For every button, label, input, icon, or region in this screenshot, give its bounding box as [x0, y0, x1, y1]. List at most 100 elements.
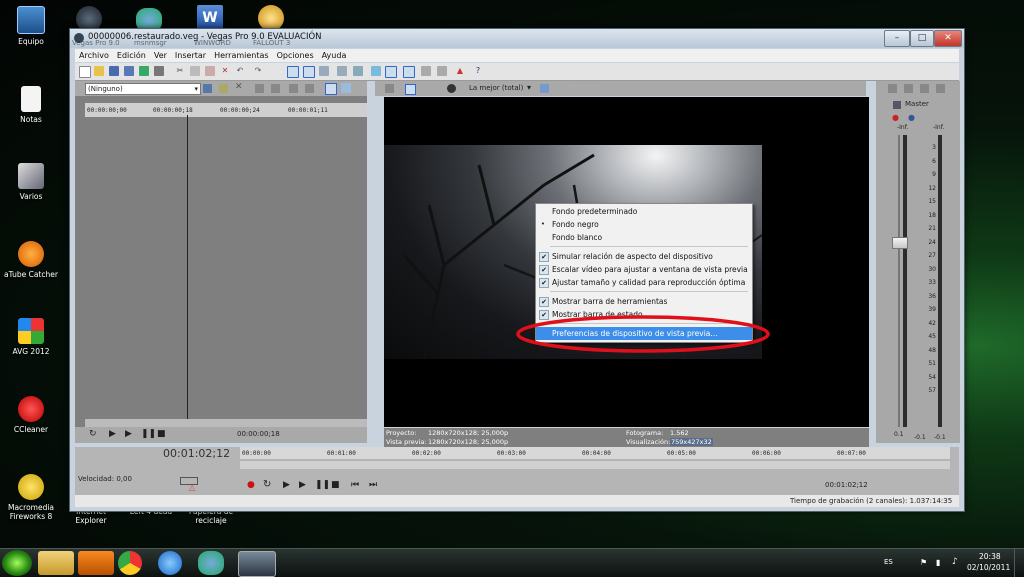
ripple-edit-icon[interactable] [371, 66, 381, 76]
open-folder-icon[interactable] [94, 66, 104, 76]
clock-time[interactable]: 20:38 [979, 552, 1001, 561]
network-icon[interactable]: ▮ [936, 558, 940, 567]
maximize-button[interactable]: □ [910, 30, 934, 47]
trimmer-view-icon[interactable] [341, 83, 351, 93]
pause-icon[interactable]: ❚❚ [315, 480, 330, 490]
preview-device-icon[interactable] [385, 84, 394, 93]
lock-envelopes-icon[interactable] [385, 66, 397, 78]
menu-item-ajustar-tamano[interactable]: ✔ Ajustar tamaño y calidad para reproducc… [536, 276, 752, 289]
overlays-icon[interactable] [540, 84, 549, 93]
menu-herramientas[interactable]: Herramientas [210, 49, 273, 62]
marker-icon[interactable]: ▲ [455, 66, 465, 76]
delete-icon[interactable]: ✕ [220, 66, 230, 76]
trimmer-tool-icon[interactable] [305, 84, 314, 93]
preview-video-icon[interactable] [405, 84, 416, 95]
envelope-tool-icon[interactable] [319, 66, 329, 76]
desktop-icon-atube[interactable]: aTube Catcher [0, 241, 62, 279]
save-snapshot-icon[interactable] [587, 84, 596, 93]
fader-handle[interactable] [892, 237, 908, 249]
new-file-icon[interactable] [79, 66, 91, 78]
play-from-start-icon[interactable]: ▶ [109, 429, 116, 439]
play-from-start-icon[interactable]: ▶ [283, 480, 290, 490]
taskbar-ie-icon[interactable] [158, 551, 182, 575]
zoom-in-icon[interactable] [421, 66, 431, 76]
mixer-tool-icon[interactable] [920, 84, 929, 93]
stop-icon[interactable]: ■ [331, 480, 340, 490]
language-indicator[interactable]: ES [884, 558, 893, 566]
auto-crossfade-icon[interactable] [403, 66, 415, 78]
timeline-scrollbar[interactable] [240, 461, 950, 469]
cut-icon[interactable]: ✂ [175, 66, 185, 76]
zoom-out-icon[interactable] [437, 66, 447, 76]
mixer-tool-icon[interactable] [904, 84, 913, 93]
help-icon[interactable]: ? [473, 66, 483, 76]
undo-icon[interactable]: ↶ [235, 66, 245, 76]
preview-quality-dropdown[interactable]: La mejor (total) [469, 84, 523, 92]
timeline-ruler[interactable]: 00:00:00 00:01:00 00:02:00 00:03:00 00:0… [240, 447, 950, 459]
menu-ver[interactable]: Ver [150, 49, 171, 62]
play-icon[interactable]: ▶ [299, 480, 306, 490]
menu-edicion[interactable]: Edición [113, 49, 150, 62]
volume-icon[interactable]: ♪ [952, 557, 958, 567]
taskbar-media-player-icon[interactable] [78, 551, 114, 575]
taskbar-chrome-icon[interactable] [118, 551, 142, 575]
pause-icon[interactable]: ❚❚ [141, 429, 156, 439]
menu-opciones[interactable]: Opciones [273, 49, 318, 62]
menu-ayuda[interactable]: Ayuda [318, 49, 351, 62]
mixer-tool-icon[interactable] [888, 84, 897, 93]
menu-item-mostrar-herramientas[interactable]: ✔ Mostrar barra de herramientas [536, 295, 752, 308]
record-icon[interactable]: ● [247, 480, 255, 490]
trimmer-view-icon[interactable] [325, 83, 337, 95]
redo-icon[interactable]: ↷ [253, 66, 263, 76]
trimmer-tool-icon[interactable] [271, 84, 280, 93]
menu-item-fondo-predeterminado[interactable]: Fondo predeterminado [536, 205, 752, 218]
render-icon[interactable] [139, 66, 149, 76]
paste-icon[interactable] [205, 66, 215, 76]
menu-item-escalar-video[interactable]: ✔ Escalar vídeo para ajustar a ventana de… [536, 263, 752, 276]
copy-icon[interactable] [190, 66, 200, 76]
save-icon[interactable] [109, 66, 119, 76]
snap-icon[interactable] [287, 66, 299, 78]
flag-icon[interactable]: ⚑ [920, 558, 927, 567]
mute-icon[interactable]: ● [892, 113, 899, 122]
minimize-button[interactable]: – [884, 30, 910, 47]
taskbar-vegas-icon[interactable] [238, 551, 276, 577]
trimmer-ruler[interactable]: 00:00:00;00 00:00:00;18 00:00:00;24 00:0… [85, 103, 367, 117]
loop-icon[interactable]: ↻ [89, 429, 97, 439]
show-desktop-button[interactable] [1014, 549, 1024, 577]
copy-snapshot-icon[interactable] [570, 84, 579, 93]
edit-tool-icon[interactable] [303, 66, 315, 78]
save-as-icon[interactable] [124, 66, 134, 76]
taskbar-explorer-icon[interactable] [38, 551, 74, 575]
menu-item-fondo-negro[interactable]: • Fondo negro [536, 218, 752, 231]
preview-split-icon[interactable] [447, 84, 456, 93]
desktop-icon-notas[interactable]: Notas [0, 86, 62, 124]
trimmer-dropdown[interactable]: (Ninguno) ▾ [85, 83, 201, 95]
play-icon[interactable]: ▶ [125, 429, 132, 439]
zoom-tool-icon[interactable] [353, 66, 363, 76]
stop-icon[interactable]: ■ [157, 429, 166, 439]
start-button[interactable] [2, 550, 32, 576]
clock-date[interactable]: 02/10/2011 [967, 563, 1010, 572]
close-icon[interactable]: ✕ [235, 82, 243, 92]
loop-icon[interactable]: ↻ [263, 479, 271, 490]
trimmer-cursor[interactable] [187, 115, 188, 419]
close-button[interactable]: ✕ [934, 30, 962, 47]
desktop-icon-varios[interactable]: Varios [0, 163, 62, 201]
chevron-down-icon[interactable]: ▾ [527, 83, 531, 92]
desktop-icon-avg[interactable]: AVG 2012 [0, 318, 62, 356]
menu-archivo[interactable]: Archivo [75, 49, 113, 62]
trimmer-tool-icon[interactable] [219, 84, 228, 93]
selection-tool-icon[interactable] [337, 66, 347, 76]
title-bar[interactable]: 00000006.restaurado.veg - Vegas Pro 9.0 … [70, 29, 964, 48]
desktop-icon-fireworks[interactable]: Macromedia Fireworks 8 [0, 474, 62, 521]
solo-icon[interactable]: ● [908, 113, 915, 122]
taskbar-msn-icon[interactable] [198, 551, 224, 575]
trimmer-tool-icon[interactable] [203, 84, 212, 93]
mixer-tool-icon[interactable] [936, 84, 945, 93]
menu-item-simular-relacion[interactable]: ✔ Simular relación de aspecto del disposi… [536, 250, 752, 263]
menu-insertar[interactable]: Insertar [171, 49, 210, 62]
trimmer-tool-icon[interactable] [255, 84, 264, 93]
prev-marker-icon[interactable]: ⏮ [351, 480, 359, 490]
menu-item-fondo-blanco[interactable]: Fondo blanco [536, 231, 752, 244]
